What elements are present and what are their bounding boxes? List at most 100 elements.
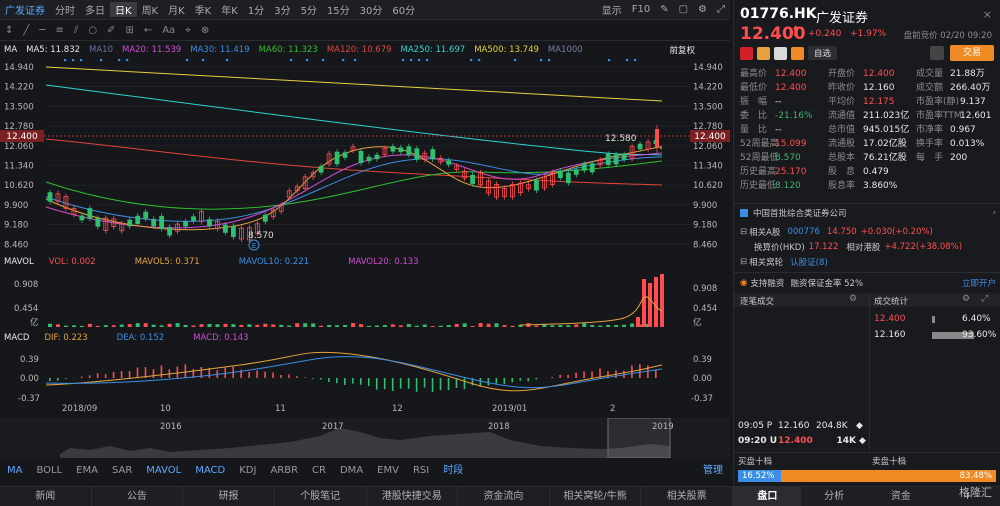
- buy-book-title[interactable]: 买盘十档: [738, 455, 772, 467]
- close-icon[interactable]: ×: [983, 8, 992, 21]
- candle: [191, 216, 196, 222]
- manage-indicators[interactable]: 管理: [696, 462, 730, 480]
- tab-30min[interactable]: 30分: [355, 2, 388, 17]
- concept-row[interactable]: 中国首批综合类证券公司 ›: [740, 207, 996, 219]
- stat-label: 最低价: [740, 83, 768, 93]
- dist-title: 成交统计: [874, 297, 909, 307]
- stock-name-tab[interactable]: 广发证券: [0, 2, 50, 17]
- ind-tab-ema[interactable]: EMA: [69, 462, 105, 480]
- expand-icon[interactable]: ⤢: [712, 4, 730, 15]
- tab-notes[interactable]: 个股笔记: [275, 486, 367, 506]
- ticks-settings-icon[interactable]: ⚙: [849, 294, 857, 304]
- magnet-icon[interactable]: ⌖: [185, 25, 191, 36]
- macd-chart[interactable]: 0.39 0.00 -0.37 0.39 0.00 -0.37: [0, 345, 730, 407]
- ind-tab-emv[interactable]: EMV: [370, 462, 406, 480]
- text-icon[interactable]: Aa: [162, 25, 175, 36]
- sell-book-title[interactable]: 卖盘十档: [872, 455, 906, 467]
- trade-button[interactable]: 交易: [950, 45, 994, 61]
- tab-news[interactable]: 新闻: [0, 486, 92, 506]
- adjust-mode[interactable]: 前复权: [669, 44, 695, 56]
- cursor-icon[interactable]: ↕: [5, 25, 13, 36]
- ind-tab-arbr[interactable]: ARBR: [263, 462, 305, 480]
- tab-warrants[interactable]: 相关窝轮/牛熊: [550, 486, 642, 506]
- watchlist-button[interactable]: 自选: [808, 46, 838, 60]
- dist-settings-icon[interactable]: ⚙: [962, 294, 970, 304]
- macd-bar: [112, 371, 115, 378]
- tab-quick-trade[interactable]: 港股快捷交易: [367, 486, 459, 506]
- badge-row: 自选: [740, 46, 838, 60]
- stat-value: 21.88万: [950, 69, 985, 79]
- tab-intraday[interactable]: 分时: [50, 2, 80, 17]
- a-share-code[interactable]: 000776: [787, 227, 819, 237]
- share-icon[interactable]: [930, 46, 944, 60]
- macd-bar: [359, 378, 362, 385]
- tab-research[interactable]: 研报: [183, 486, 275, 506]
- tab-weekly-k[interactable]: 周K: [137, 2, 164, 17]
- year-label: 2018: [488, 422, 510, 432]
- tab-5min[interactable]: 5分: [296, 2, 322, 17]
- macd-bar: [655, 369, 657, 378]
- tab-yearly-k[interactable]: 年K: [216, 2, 243, 17]
- stat-label: 52周最高: [740, 139, 779, 149]
- ind-tab-sar[interactable]: SAR: [105, 462, 139, 480]
- ind-tab-boll[interactable]: BOLL: [29, 462, 69, 480]
- channel-icon[interactable]: ⫽: [74, 25, 78, 36]
- candlestick-chart[interactable]: 12.400 12.400 12.580 8.570 E 14.940 14.94…: [0, 57, 730, 253]
- f10-button[interactable]: F10: [627, 4, 655, 15]
- ind-tab-session[interactable]: 时段: [436, 462, 470, 480]
- volume-bar: [606, 325, 611, 327]
- ind-tab-rsi[interactable]: RSI: [406, 462, 436, 480]
- display-menu[interactable]: 显示: [597, 2, 627, 17]
- ind-tab-mavol[interactable]: MAVOL: [139, 462, 188, 480]
- tab-announcements[interactable]: 公告: [92, 486, 184, 506]
- ma10-value: MA10: [89, 45, 113, 55]
- fib-icon[interactable]: ≡: [55, 25, 63, 36]
- warrant-link[interactable]: 认股证(8): [790, 256, 828, 268]
- shape-icon[interactable]: ○: [88, 25, 97, 36]
- volume-bar: [159, 325, 164, 327]
- tab-60min[interactable]: 60分: [387, 2, 420, 17]
- price-tick-left: 14.220: [4, 83, 34, 93]
- open-account-link[interactable]: 立即开户: [962, 277, 996, 289]
- undo-icon[interactable]: ←: [144, 25, 152, 36]
- tab-quarterly-k[interactable]: 季K: [190, 2, 217, 17]
- volume-bar: [590, 324, 595, 327]
- candle: [557, 170, 563, 179]
- volume-chart[interactable]: 0.908 0.454 亿 0.908 0.454 亿: [0, 269, 730, 329]
- layout-icon[interactable]: ▢: [674, 4, 693, 15]
- tab-analysis[interactable]: 分析: [801, 487, 868, 506]
- tab-3min[interactable]: 3分: [269, 2, 295, 17]
- overview-navigator[interactable]: 2016 2017 2018 2019: [0, 418, 730, 458]
- tab-15min[interactable]: 15分: [322, 2, 355, 17]
- tab-book[interactable]: 盘口: [734, 486, 801, 506]
- tab-daily-k[interactable]: 日K: [110, 2, 137, 17]
- macd-axis-r2: 0.00: [693, 374, 712, 384]
- signal-dot: [426, 59, 429, 62]
- tab-related-stocks[interactable]: 相关股票: [641, 486, 733, 506]
- ind-tab-kdj[interactable]: KDJ: [232, 462, 263, 480]
- dist-expand-icon[interactable]: ⤢: [981, 294, 988, 304]
- hline-icon[interactable]: ─: [39, 25, 45, 36]
- tab-funds[interactable]: 资金: [868, 487, 935, 506]
- a-share-row[interactable]: ⊟ 相关A股 000776 14.750 +0.030(+0.20%): [740, 226, 933, 238]
- candle: [621, 154, 627, 160]
- settings-icon[interactable]: ⚙: [693, 4, 712, 15]
- macd-bar: [447, 378, 450, 391]
- ind-tab-ma[interactable]: MA: [0, 462, 29, 480]
- ind-tab-dma[interactable]: DMA: [333, 462, 370, 480]
- ind-tab-cr[interactable]: CR: [305, 462, 333, 480]
- tab-multiday[interactable]: 多日: [80, 2, 110, 17]
- pencil-icon[interactable]: ✎: [655, 4, 673, 15]
- tab-fund-flow[interactable]: 资金流向: [458, 486, 550, 506]
- measure-icon[interactable]: ⊞: [125, 25, 133, 36]
- ind-tab-macd[interactable]: MACD: [188, 462, 232, 480]
- volume-bar: [566, 325, 571, 327]
- macd-bar: [375, 378, 378, 390]
- tab-monthly-k[interactable]: 月K: [163, 2, 190, 17]
- macd-bar: [591, 371, 593, 378]
- warrant-row[interactable]: ⊟ 相关窝轮 认股证(8): [740, 256, 828, 268]
- trendline-icon[interactable]: ╱: [23, 25, 29, 36]
- tab-1min[interactable]: 1分: [243, 2, 269, 17]
- pen-icon[interactable]: ✐: [107, 25, 115, 36]
- lock-icon[interactable]: ⊗: [201, 25, 209, 36]
